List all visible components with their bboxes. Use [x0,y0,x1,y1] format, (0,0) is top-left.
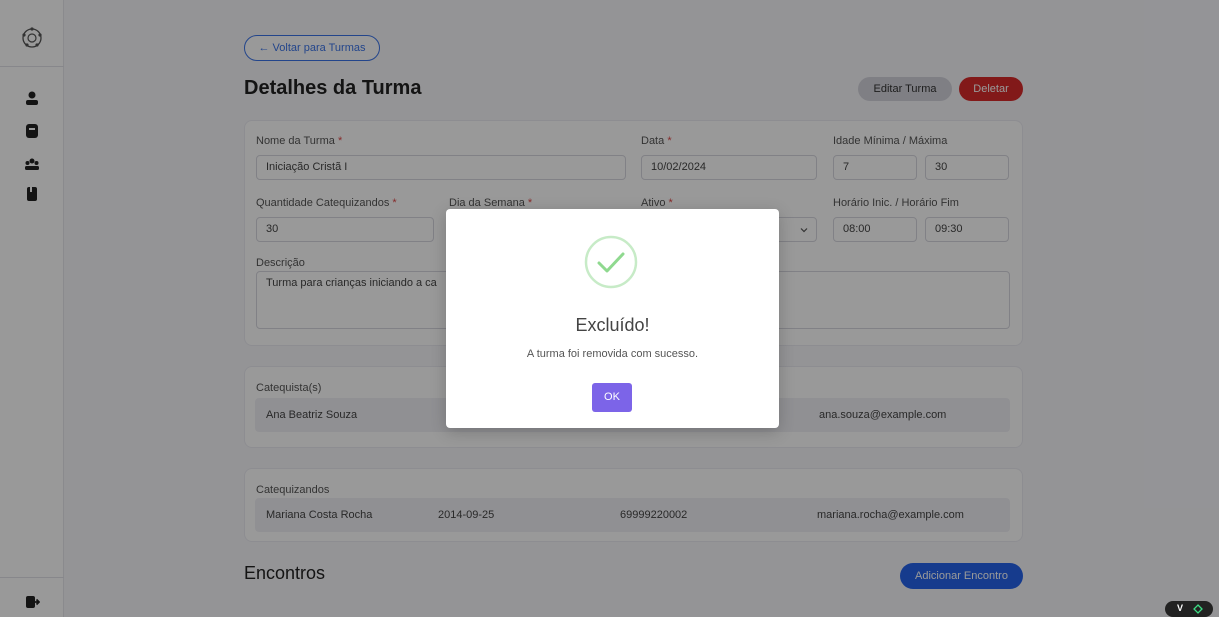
ok-button[interactable]: OK [592,383,632,412]
dialog-message: A turma foi removida com sucesso. [526,348,699,360]
success-check-icon [584,235,638,289]
success-dialog: Excluído! A turma foi removida com suces… [446,209,779,428]
devtools-diamond-icon [1193,604,1203,614]
devtools-badge-label: V [1177,603,1184,613]
devtools-badge[interactable]: V [1165,601,1213,617]
dialog-title: Excluído! [575,315,650,335]
